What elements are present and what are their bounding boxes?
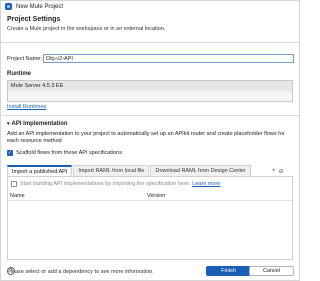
tab-download-raml-design-center[interactable]: Download RAML from Design Center [150,165,251,176]
import-tabs: Import a published API Import RAML from … [7,165,252,176]
dependency-table-header: Name Version [8,192,292,201]
help-icon[interactable]: ? [7,267,15,275]
tab-import-raml-local[interactable]: Import RAML from local file [73,165,150,176]
project-name-input[interactable]: Obj-v2-API [43,54,294,63]
finish-button[interactable]: Finish [206,266,251,276]
project-name-row: Project Name: Obj-v2-API [7,54,294,63]
add-icon[interactable]: + [272,168,276,175]
spec-checkbox[interactable] [11,181,17,187]
api-implementation-header[interactable]: ▾ API Implementation [7,121,68,127]
page-description: Create a Mule project in the workspace o… [7,26,166,32]
runtime-title: Runtime [7,71,31,77]
runtime-item-selected[interactable]: Mule Server 4.5.3 EE [8,81,292,91]
cancel-button[interactable]: Cancel [249,266,294,276]
spec-label: Start building API implementations by im… [20,181,191,187]
wizard-header: Project Settings Create a Mule project i… [1,12,299,43]
new-mule-project-window: New Mule Project Project Settings Create… [0,0,300,281]
collapse-chevron-icon[interactable]: ▾ [7,121,10,127]
api-implementation-description: Add an API implementation to your projec… [7,131,285,144]
window-title: New Mule Project [16,3,64,10]
remove-icon[interactable]: ⊖ [279,168,284,175]
dependency-table-body[interactable] [8,202,292,257]
mule-app-icon [5,3,12,10]
runtime-list[interactable]: Mule Server 4.5.3 EE [7,80,293,102]
scaffold-checkbox-row[interactable]: ✓ Scaffold flows from these API specific… [7,150,122,156]
title-bar: New Mule Project [1,1,299,12]
learn-more-link[interactable]: Learn more [192,181,220,187]
import-published-api-panel: Start building API implementations by im… [7,176,293,260]
column-header-name[interactable]: Name [10,193,25,199]
project-name-label: Project Name: [7,55,42,62]
spec-row: Start building API implementations by im… [11,181,220,187]
tab-import-published-api[interactable]: Import a published API [7,165,73,176]
api-implementation-title: API Implementation [11,121,68,127]
scaffold-checkbox[interactable]: ✓ [7,150,13,156]
section-divider [1,115,299,116]
wizard-footer: ? Finish Cancel [1,264,299,281]
tab-toolbar: + ⊖ [272,168,284,175]
column-header-version[interactable]: Version [147,193,165,199]
page-title: Project Settings [7,16,61,23]
scaffold-label: Scaffold flows from these API specificat… [16,150,122,156]
install-runtimes-link[interactable]: Install Runtimes [7,104,46,110]
wizard-body: Project Name: Obj-v2-API Runtime Mule Se… [1,44,299,275]
